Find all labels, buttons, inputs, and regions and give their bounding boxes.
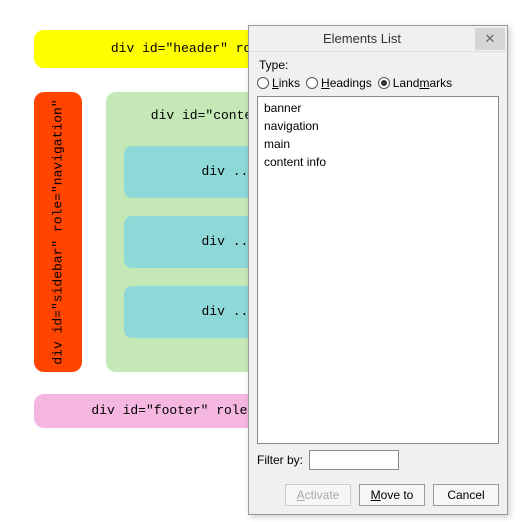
radio-headings[interactable]: Headings — [306, 76, 372, 90]
radio-label: Headings — [321, 76, 372, 90]
sidebar-box: div id="sidebar" role="navigation" — [34, 92, 82, 372]
sidebar-label: div id="sidebar" role="navigation" — [51, 99, 66, 364]
radio-links[interactable]: Links — [257, 76, 300, 90]
activate-button: Activate — [285, 484, 351, 506]
filter-label: Filter by: — [257, 453, 303, 467]
list-item[interactable]: content info — [262, 153, 494, 171]
dialog-titlebar: Elements List ✕ — [249, 26, 507, 52]
radio-label: Links — [272, 76, 300, 90]
radio-icon — [378, 77, 390, 89]
landmark-listbox[interactable]: banner navigation main content info — [257, 96, 499, 444]
elements-list-dialog: Elements List ✕ Type: Links Headings Lan… — [248, 25, 508, 515]
dialog-body: Type: Links Headings Landmarks banner na… — [249, 52, 507, 514]
close-icon: ✕ — [485, 31, 496, 47]
list-item[interactable]: main — [262, 135, 494, 153]
list-item[interactable]: banner — [262, 99, 494, 117]
type-label: Type: — [259, 58, 499, 72]
type-radio-group: Links Headings Landmarks — [257, 76, 499, 90]
filter-row: Filter by: — [257, 450, 499, 470]
radio-icon — [257, 77, 269, 89]
dialog-button-row: Activate Move to Cancel — [257, 484, 499, 506]
close-button[interactable]: ✕ — [475, 28, 505, 50]
radio-label: Landmarks — [393, 76, 452, 90]
move-to-button[interactable]: Move to — [359, 484, 425, 506]
dialog-title: Elements List — [249, 31, 475, 46]
list-item[interactable]: navigation — [262, 117, 494, 135]
radio-icon — [306, 77, 318, 89]
cancel-button[interactable]: Cancel — [433, 484, 499, 506]
radio-landmarks[interactable]: Landmarks — [378, 76, 452, 90]
filter-input[interactable] — [309, 450, 399, 470]
